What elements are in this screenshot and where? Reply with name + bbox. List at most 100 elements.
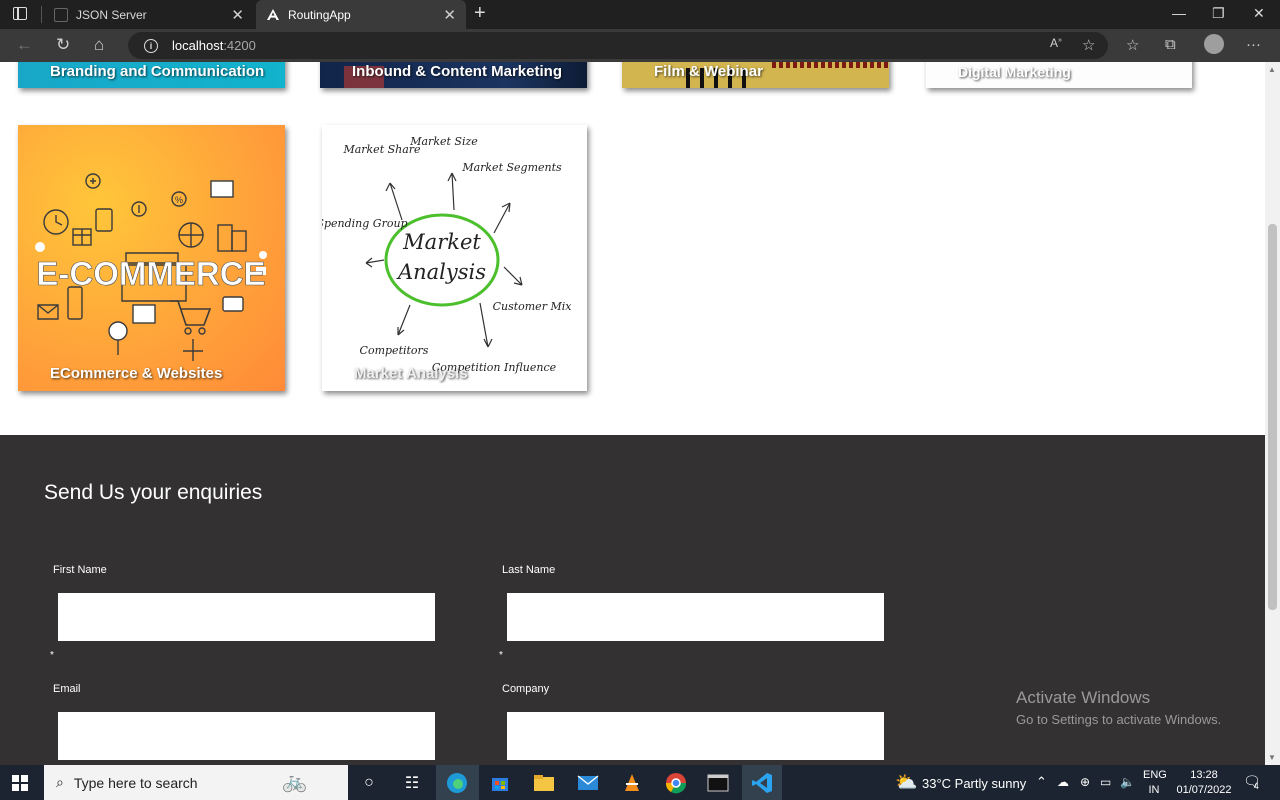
search-icon: ⌕ (56, 774, 64, 790)
market-center-line2: Analysis (396, 260, 486, 284)
url-port: :4200 (223, 38, 256, 53)
widgets-icon[interactable]: ☷ (400, 771, 424, 795)
service-card[interactable]: Digital Marketing (926, 62, 1192, 88)
language-region: IN (1148, 784, 1160, 796)
service-card-ecommerce[interactable]: % E-COMMERCE ECommerce & Websites (18, 125, 285, 391)
browser-tab-bar: JSON Server ✕ RoutingApp ✕ + — ❐ ✕ (0, 0, 1280, 29)
card-label: Inbound & Content Marketing (352, 63, 562, 80)
notification-count: 4 (1253, 781, 1259, 791)
info-icon[interactable]: i (144, 38, 158, 53)
weather-text[interactable]: 33°C Partly sunny (922, 776, 1026, 791)
more-icon[interactable]: ··· (1246, 36, 1261, 53)
first-name-label: First Name (53, 564, 107, 576)
enquiry-title: Send Us your enquiries (44, 481, 263, 504)
service-card[interactable]: Branding and Communication (18, 62, 285, 88)
notifications-icon[interactable]: 🗨4 (1243, 773, 1266, 791)
file-explorer-icon[interactable] (532, 771, 556, 795)
weather-icon[interactable]: ⛅ (895, 772, 917, 793)
market-analysis-illustration: Market Analysis Market Share Market Size… (322, 135, 573, 374)
back-icon[interactable]: ← (16, 35, 33, 55)
service-card[interactable]: Film & Webinar (622, 62, 889, 88)
spoke-label: Market Segments (461, 161, 562, 174)
edge-icon[interactable] (445, 771, 469, 795)
scroll-down-icon[interactable]: ▼ (1268, 753, 1276, 762)
close-window-icon[interactable]: ✕ (1253, 5, 1265, 22)
language-code: ENG (1143, 769, 1167, 781)
service-card[interactable]: Inbound & Content Marketing (320, 62, 587, 88)
mail-icon[interactable] (576, 771, 600, 795)
ecommerce-image-text: E-COMMERCE (36, 255, 265, 292)
card-label: Branding and Communication (50, 63, 265, 80)
chrome-icon[interactable] (664, 771, 688, 795)
close-icon[interactable]: ✕ (443, 6, 456, 24)
url-host: localhost (172, 38, 224, 53)
page-scrollbar[interactable]: ▲ ▼ (1265, 62, 1280, 765)
service-card-market-analysis[interactable]: Market Analysis Market Share Market Size… (322, 125, 587, 391)
card-label: ECommerce & Websites (50, 365, 223, 382)
email-label: Email (53, 683, 81, 695)
windows-taskbar: ⌕ Type here to search 🚲 ○ ☷ ⛅ 33°C Partl… (0, 765, 1280, 800)
tab-title: JSON Server (76, 7, 147, 22)
company-label: Company (502, 683, 550, 695)
clock-time: 13:28 (1190, 769, 1218, 781)
activation-watermark-subtitle: Go to Settings to activate Windows. (1016, 712, 1222, 727)
browser-toolbar: ← ↻ ⌂ i localhost:4200 A» ☆ ☆ ⧉ ··· (0, 29, 1280, 62)
svg-text:%: % (175, 195, 183, 205)
new-tab-button[interactable]: + (474, 2, 486, 25)
required-mark: * (50, 650, 54, 661)
tab-routingapp[interactable]: RoutingApp ✕ (256, 0, 466, 29)
scroll-up-icon[interactable]: ▲ (1268, 65, 1276, 74)
card-label: Film & Webinar (654, 63, 763, 80)
volume-icon[interactable]: 🔈 (1120, 775, 1135, 789)
cloud-icon[interactable]: ☁ (1057, 775, 1069, 789)
favorites-icon[interactable]: ☆ (1126, 36, 1139, 54)
activation-watermark-title: Activate Windows (1016, 688, 1151, 707)
first-name-field[interactable] (58, 593, 435, 641)
restore-icon[interactable]: ❐ (1212, 5, 1225, 22)
windows-start-icon[interactable] (12, 775, 28, 791)
clock[interactable]: 13:28 01/07/2022 (1172, 769, 1236, 796)
vlc-icon[interactable] (620, 771, 644, 795)
required-mark: * (499, 650, 503, 661)
tab-actions-icon[interactable] (13, 7, 27, 20)
spoke-label: Spending Group (322, 217, 408, 230)
profile-avatar[interactable] (1204, 34, 1224, 54)
collections-icon[interactable]: ⧉ (1165, 36, 1176, 53)
tab-json-server[interactable]: JSON Server ✕ (44, 0, 254, 29)
meet-now-icon[interactable]: ⊕ (1080, 775, 1090, 789)
search-placeholder: Type here to search (73, 774, 198, 791)
company-field[interactable] (507, 712, 884, 760)
card-label: Market Analysis (354, 365, 468, 382)
taskbar-search-box[interactable]: ⌕ Type here to search 🚲 (44, 765, 348, 800)
read-aloud-icon[interactable]: A» (1050, 36, 1062, 50)
angular-icon (266, 8, 280, 22)
tab-separator (41, 6, 42, 23)
minimize-icon[interactable]: — (1172, 5, 1186, 21)
bicycle-icon: 🚲 (282, 771, 307, 793)
terminal-icon[interactable] (706, 771, 730, 795)
add-favorite-icon[interactable]: ☆ (1082, 36, 1095, 54)
home-icon[interactable]: ⌂ (94, 35, 104, 55)
close-icon[interactable]: ✕ (231, 6, 244, 24)
spoke-label: Customer Mix (493, 300, 573, 313)
vscode-icon[interactable] (750, 771, 774, 795)
ecommerce-illustration: % E-COMMERCE (35, 173, 267, 361)
scrollbar-thumb[interactable] (1268, 224, 1277, 610)
network-icon[interactable]: ▭ (1100, 775, 1111, 789)
page-viewport: Branding and Communication Inbound & Con… (0, 62, 1265, 765)
language-indicator[interactable]: ENG IN (1143, 769, 1167, 796)
last-name-label: Last Name (502, 564, 556, 576)
last-name-field[interactable] (507, 593, 884, 641)
spoke-label: Market Size (409, 135, 478, 148)
page-icon (54, 7, 68, 22)
card-label: Digital Marketing (958, 64, 1071, 80)
show-hidden-icons[interactable]: ⌃ (1036, 774, 1047, 790)
address-bar[interactable]: i localhost:4200 (128, 32, 1108, 59)
refresh-icon[interactable]: ↻ (56, 35, 70, 55)
task-view-icon[interactable]: ○ (357, 771, 381, 795)
clock-date: 01/07/2022 (1176, 784, 1232, 796)
email-field[interactable] (58, 712, 435, 760)
store-icon[interactable] (488, 771, 512, 795)
market-center-line1: Market (402, 230, 481, 254)
spoke-label: Competitors (360, 344, 429, 357)
